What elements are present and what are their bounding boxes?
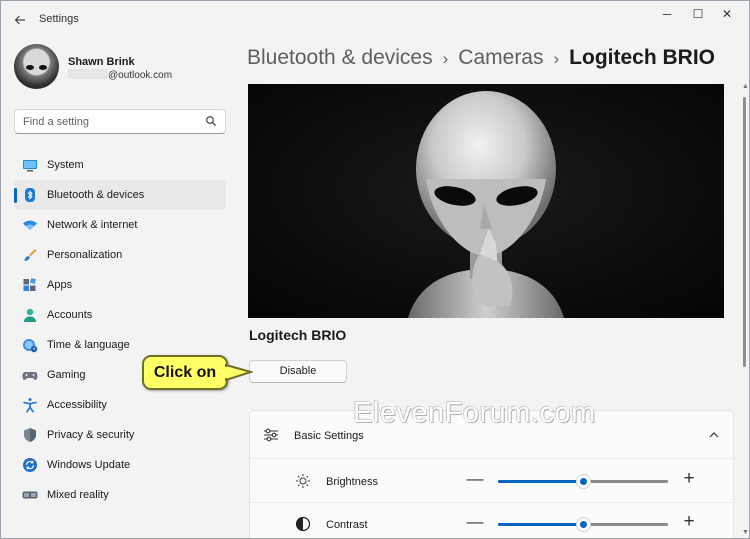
slider-thumb[interactable] xyxy=(576,474,591,489)
apps-icon xyxy=(23,277,37,291)
back-button[interactable] xyxy=(9,9,31,31)
brightness-decrease-button[interactable]: — xyxy=(466,469,484,489)
disable-camera-button[interactable]: Disable xyxy=(249,360,347,383)
contrast-label: Contrast xyxy=(326,519,368,531)
sidebar-item-label: Mixed reality xyxy=(47,489,109,501)
sidebar-item-label: Personalization xyxy=(47,249,123,261)
breadcrumb-cameras[interactable]: Cameras xyxy=(458,46,543,69)
sidebar-item-mixed-reality[interactable]: Mixed reality xyxy=(14,480,226,510)
arrow-left-icon xyxy=(14,15,25,25)
slider-fill xyxy=(498,480,583,483)
search-placeholder: Find a setting xyxy=(23,116,90,128)
avatar-eye xyxy=(39,65,47,70)
contrast-decrease-button[interactable]: — xyxy=(466,512,484,532)
profile-email-suffix: @outlook.com xyxy=(108,70,173,81)
scroll-up-arrow-icon[interactable]: ▲ xyxy=(742,83,749,90)
sidebar-item-label: Privacy & security xyxy=(47,429,135,441)
sidebar-item-label: Bluetooth & devices xyxy=(47,189,145,201)
paintbrush-icon xyxy=(24,249,37,261)
scroll-down-arrow-icon[interactable]: ▼ xyxy=(742,529,749,536)
chevron-up-icon[interactable] xyxy=(707,428,721,442)
wifi-icon xyxy=(23,220,37,230)
sidebar-item-privacy-security[interactable]: Privacy & security xyxy=(14,420,226,450)
sidebar-item-personalization[interactable]: Personalization xyxy=(14,240,226,270)
shield-icon xyxy=(24,428,36,442)
sidebar-item-label: Network & internet xyxy=(47,219,138,231)
vr-headset-icon xyxy=(22,491,38,499)
sidebar-item-accounts[interactable]: Accounts xyxy=(14,300,226,330)
globe-clock-icon xyxy=(23,339,38,353)
sidebar-item-accessibility[interactable]: Accessibility xyxy=(14,390,226,420)
sidebar-item-label: Gaming xyxy=(47,369,86,381)
sliders-icon xyxy=(264,428,278,442)
sidebar-item-label: Accounts xyxy=(47,309,93,321)
search-icon xyxy=(206,116,216,126)
brightness-label: Brightness xyxy=(326,476,378,488)
avatar-eye xyxy=(26,65,34,70)
bluetooth-icon xyxy=(25,188,35,202)
sidebar-item-label: Windows Update xyxy=(47,459,131,471)
scrollbar-thumb[interactable] xyxy=(743,97,746,367)
profile-name: Shawn Brink xyxy=(68,56,135,68)
contrast-increase-button[interactable]: + xyxy=(680,512,698,532)
scrollbar[interactable]: ▲ ▼ xyxy=(741,81,749,538)
camera-preview xyxy=(248,84,724,318)
brightness-slider[interactable] xyxy=(498,473,668,489)
slider-fill xyxy=(498,523,583,526)
sidebar-item-windows-update[interactable]: Windows Update xyxy=(14,450,226,480)
callout-label: Click on xyxy=(142,355,228,390)
search-input[interactable]: Find a setting xyxy=(14,109,226,134)
app-title: Settings xyxy=(39,13,79,25)
update-icon xyxy=(23,458,37,472)
person-icon xyxy=(24,308,36,322)
sidebar-item-label: Apps xyxy=(47,279,73,291)
breadcrumb: Bluetooth & devices › Cameras › Logitech BRI… xyxy=(247,46,715,70)
accessibility-icon xyxy=(23,398,37,413)
profile-email: @outlook.com xyxy=(68,69,172,81)
avatar[interactable] xyxy=(14,44,59,89)
sidebar-item-label: Time & language xyxy=(47,339,130,351)
breadcrumb-separator: › xyxy=(442,49,449,68)
sidebar-item-bluetooth-devices[interactable]: Bluetooth & devices xyxy=(14,180,226,210)
email-redaction xyxy=(68,69,108,79)
page-title: Logitech BRIO xyxy=(569,46,716,69)
close-button[interactable]: ✕ xyxy=(713,5,741,23)
sidebar-item-label: System xyxy=(47,159,84,171)
watermark: ElevenForum.com xyxy=(353,397,596,429)
sidebar-item-label: Accessibility xyxy=(47,399,107,411)
brightness-row: Brightness — + xyxy=(250,460,733,502)
contrast-row: Contrast — + xyxy=(250,502,733,538)
camera-name: Logitech BRIO xyxy=(249,327,347,343)
sidebar-item-system[interactable]: System xyxy=(14,150,226,180)
breadcrumb-bluetooth-devices[interactable]: Bluetooth & devices xyxy=(247,46,433,69)
sidebar-nav: System Bluetooth & devices Network & int… xyxy=(14,150,226,510)
callout-pointer xyxy=(225,363,253,382)
sun-icon xyxy=(296,474,310,488)
basic-settings-title: Basic Settings xyxy=(294,430,364,442)
settings-window: Settings ─ ☐ ✕ Shawn Brink @outlook.com … xyxy=(0,0,750,539)
sidebar-item-network[interactable]: Network & internet xyxy=(14,210,226,240)
monitor-icon xyxy=(23,160,37,172)
brightness-increase-button[interactable]: + xyxy=(680,469,698,489)
contrast-icon xyxy=(295,516,311,532)
title-bar: Settings ─ ☐ ✕ xyxy=(1,1,749,39)
gamepad-icon xyxy=(22,372,38,380)
slider-thumb[interactable] xyxy=(576,517,591,532)
minimize-button[interactable]: ─ xyxy=(653,5,681,23)
contrast-slider[interactable] xyxy=(498,516,668,532)
sidebar-item-apps[interactable]: Apps xyxy=(14,270,226,300)
camera-preview-image xyxy=(248,84,724,318)
breadcrumb-separator: › xyxy=(553,49,560,68)
maximize-button[interactable]: ☐ xyxy=(684,5,712,23)
